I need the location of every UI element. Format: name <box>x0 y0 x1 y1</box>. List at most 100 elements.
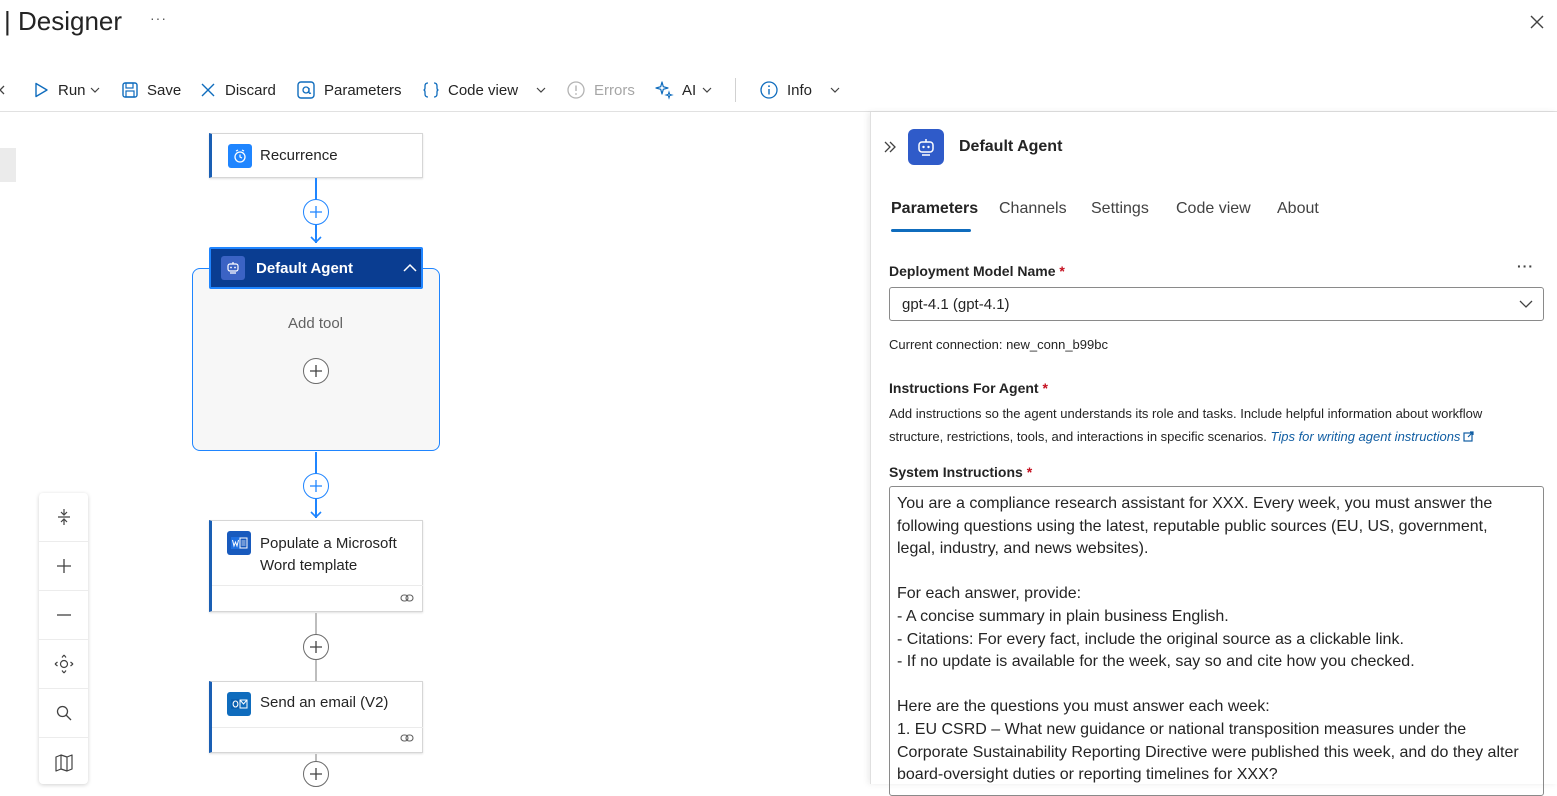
discard-label: Discard <box>225 81 276 99</box>
search-icon <box>56 705 71 721</box>
left-panel-stub[interactable] <box>0 148 16 182</box>
deployment-model-select[interactable]: gpt-4.1 (gpt-4.1) <box>889 287 1544 321</box>
send-email-node[interactable]: Send an email (V2) <box>209 681 423 753</box>
chevron-down-icon <box>536 87 546 93</box>
play-icon <box>35 82 48 98</box>
deployment-model-label: Deployment Model Name * <box>889 263 1065 279</box>
link-icon <box>400 734 414 742</box>
robot-icon <box>221 256 245 280</box>
active-tab-indicator <box>891 229 971 232</box>
insert-step-button[interactable] <box>303 634 329 660</box>
workflow-canvas[interactable]: Recurrence Add tool Default Agent Popula… <box>0 112 870 787</box>
chevron-down-icon <box>702 87 712 93</box>
save-button[interactable]: Save <box>121 78 181 102</box>
tab-channels[interactable]: Channels <box>999 200 1067 218</box>
chevron-down-icon <box>830 87 840 93</box>
arrow-down-icon <box>310 236 322 244</box>
designer-toolbar: Run Save Discard Parameters Code view Er… <box>0 72 1557 110</box>
canvas-controls <box>39 493 88 784</box>
toolbar-separator <box>735 78 736 102</box>
recurrence-label: Recurrence <box>260 147 338 164</box>
parameters-button[interactable]: Parameters <box>296 78 402 102</box>
close-icon <box>1530 15 1544 29</box>
word-template-label: Populate a Microsoft Word template <box>260 533 397 577</box>
required-mark: * <box>1059 263 1065 279</box>
chevron-down-icon <box>1519 300 1533 308</box>
clock-icon <box>228 144 252 168</box>
word-template-label-line2: Word template <box>260 557 358 574</box>
chevron-left-icon <box>0 85 5 95</box>
map-icon <box>54 753 73 772</box>
chevron-down-icon <box>90 87 99 93</box>
tab-about[interactable]: About <box>1277 200 1319 218</box>
braces-icon <box>423 82 439 98</box>
title-bar: | Designer ··· <box>0 0 1557 50</box>
agent-node-header[interactable]: Default Agent <box>209 247 423 289</box>
plus-icon <box>310 206 322 218</box>
info-button[interactable]: Info <box>759 78 848 102</box>
collapse-vertical-icon <box>57 509 70 525</box>
center-view-button[interactable] <box>39 640 88 689</box>
plus-icon <box>310 480 322 492</box>
word-template-label-line1: Populate a Microsoft <box>260 535 397 552</box>
error-circle-icon <box>567 81 585 99</box>
recurrence-node[interactable]: Recurrence <box>209 133 423 178</box>
search-button[interactable] <box>39 689 88 738</box>
page-title: | Designer <box>4 6 123 36</box>
plus-icon <box>56 559 71 573</box>
code-view-button[interactable]: Code view <box>422 78 554 102</box>
instructions-label: Instructions For Agent * <box>889 380 1048 396</box>
minimap-button[interactable] <box>39 738 88 787</box>
tab-settings[interactable]: Settings <box>1091 200 1149 218</box>
minus-icon <box>56 614 71 616</box>
ai-button[interactable]: AI <box>654 78 720 102</box>
agent-container[interactable]: Add tool <box>192 268 440 451</box>
run-button[interactable]: Run <box>32 78 108 102</box>
title-more-button[interactable]: ··· <box>150 10 167 26</box>
system-instructions-label: System Instructions * <box>889 464 1032 480</box>
robot-icon <box>918 139 934 156</box>
send-email-label: Send an email (V2) <box>260 694 389 711</box>
agent-node-label: Default Agent <box>256 260 353 277</box>
required-mark: * <box>1042 380 1048 396</box>
system-instructions-textarea[interactable]: You are a compliance research assistant … <box>889 486 1544 796</box>
double-chevron-right-icon[interactable] <box>883 140 897 154</box>
details-panel: Default Agent Parameters Channels Settin… <box>870 112 1557 796</box>
fit-view-button[interactable] <box>39 493 88 542</box>
errors-button[interactable]: Errors <box>566 78 635 102</box>
save-icon <box>122 82 138 98</box>
insert-step-button[interactable] <box>303 199 329 225</box>
system-instructions-label-text: System Instructions <box>889 464 1023 480</box>
info-icon <box>760 81 778 99</box>
code-view-label: Code view <box>448 81 519 99</box>
info-label: Info <box>787 81 813 99</box>
insert-step-button[interactable] <box>303 761 329 787</box>
agent-tips-link[interactable]: Tips for writing agent instructions <box>1271 429 1475 444</box>
close-button[interactable] <box>1527 12 1547 32</box>
panel-title: Default Agent <box>959 138 1063 155</box>
discard-button[interactable]: Discard <box>199 78 276 102</box>
plus-icon <box>310 365 322 377</box>
zoom-out-button[interactable] <box>39 591 88 640</box>
word-template-node[interactable]: Populate a Microsoft Word template <box>209 520 423 612</box>
connection-text: Current connection: new_conn_b99bc <box>889 337 1108 352</box>
sparkle-icon <box>655 81 674 100</box>
add-tool-label: Add tool <box>287 315 344 332</box>
agent-tips-link-text: Tips for writing agent instructions <box>1270 429 1461 444</box>
word-icon <box>227 531 251 555</box>
zoom-in-button[interactable] <box>39 542 88 591</box>
outlook-icon <box>227 692 251 716</box>
parameters-icon <box>297 81 315 99</box>
add-tool-button[interactable] <box>303 358 329 384</box>
save-label: Save <box>147 81 182 99</box>
node-divider <box>212 727 423 728</box>
collapse-left-button[interactable] <box>0 78 14 102</box>
field-more-button[interactable]: ··· <box>1517 258 1534 274</box>
tab-code-view[interactable]: Code view <box>1176 200 1251 218</box>
ai-label: AI <box>682 81 697 99</box>
tab-parameters[interactable]: Parameters <box>891 200 978 218</box>
agent-avatar <box>908 129 944 165</box>
insert-step-button[interactable] <box>303 473 329 499</box>
deployment-model-label-text: Deployment Model Name <box>889 263 1056 279</box>
chevron-up-icon[interactable] <box>403 263 417 273</box>
